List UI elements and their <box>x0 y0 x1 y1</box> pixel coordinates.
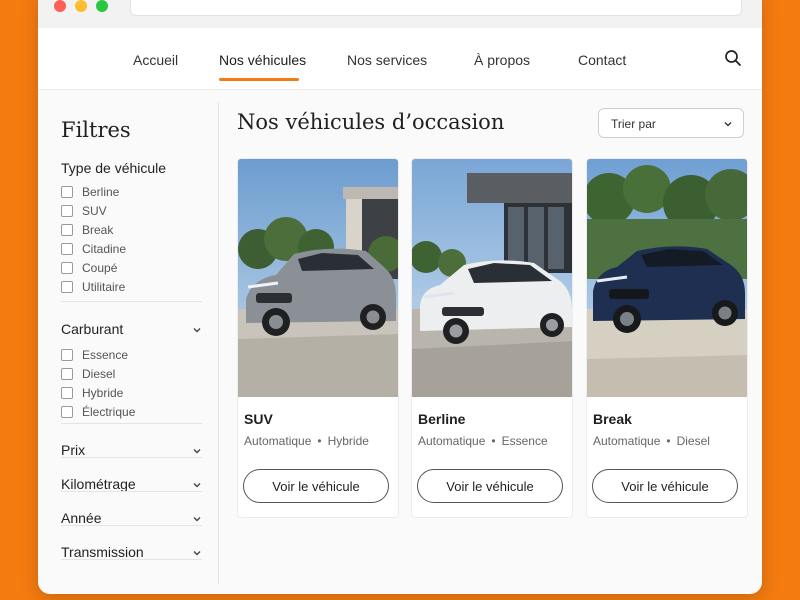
vehicle-card[interactable]: SUV Automatique • Hybride Voir le véhicule <box>237 158 399 518</box>
divider <box>61 423 202 424</box>
filter-option[interactable]: Berline <box>61 184 119 200</box>
sidebar-divider <box>218 102 219 584</box>
page-title: Nos véhicules d’occasion <box>237 110 505 134</box>
vehicle-fuel: Essence <box>501 434 548 448</box>
filter-option[interactable]: Coupé <box>61 260 117 276</box>
checkbox[interactable] <box>61 186 73 198</box>
chevron-down-icon[interactable] <box>192 514 202 524</box>
transmission-section-toggle[interactable]: Transmission <box>61 544 144 560</box>
main-content: Nos véhicules d’occasion Trier par SUV A… <box>237 90 762 594</box>
vehicle-transmission: Automatique <box>418 434 486 448</box>
checkbox[interactable] <box>61 262 73 274</box>
minimize-window-button[interactable] <box>75 0 87 12</box>
vehicle-card[interactable]: Break Automatique • Diesel Voir le véhicul… <box>586 158 748 518</box>
active-nav-indicator <box>219 78 299 81</box>
filter-option-label: Citadine <box>82 242 127 256</box>
vehicle-specs: Automatique • Hybride <box>244 434 369 448</box>
vehicle-title: Berline <box>418 411 466 427</box>
vehicle-transmission: Automatique <box>593 434 661 448</box>
close-window-button[interactable] <box>54 0 66 12</box>
vehicle-transmission: Automatique <box>244 434 312 448</box>
checkbox[interactable] <box>61 349 73 361</box>
filters-sidebar: Filtres Type de véhicule Berline SUV Break… <box>61 90 241 594</box>
filter-option[interactable]: Électrique <box>61 404 135 420</box>
nav-item-accueil[interactable]: Accueil <box>133 52 178 68</box>
filter-option-label: Utilitaire <box>82 280 126 294</box>
top-navigation: Accueil Nos véhicules Nos services À pro… <box>38 28 762 90</box>
filter-option[interactable]: Hybride <box>61 385 123 401</box>
view-vehicle-button[interactable]: Voir le véhicule <box>243 469 389 503</box>
vehicle-title: Break <box>593 411 632 427</box>
filter-option[interactable]: Essence <box>61 347 128 363</box>
chevron-down-icon[interactable] <box>192 446 202 456</box>
nav-item-nos-services[interactable]: Nos services <box>347 52 427 68</box>
nav-item-nos-vehicules[interactable]: Nos véhicules <box>219 52 306 68</box>
vehicle-fuel: Hybride <box>327 434 369 448</box>
search-icon[interactable] <box>723 48 743 68</box>
divider <box>61 525 202 526</box>
bullet-separator: • <box>666 434 671 448</box>
filter-option-label: Break <box>82 223 114 237</box>
filter-option-label: Essence <box>82 348 129 362</box>
vehicle-specs: Automatique • Diesel <box>593 434 710 448</box>
vehicle-photo-suv <box>238 159 398 397</box>
checkbox[interactable] <box>61 243 73 255</box>
filter-option[interactable]: Citadine <box>61 241 126 257</box>
filter-option-label: Électrique <box>82 405 136 419</box>
checkbox[interactable] <box>61 281 73 293</box>
browser-titlebar <box>38 0 762 28</box>
mileage-section-toggle[interactable]: Kilométrage <box>61 476 136 492</box>
vehicle-photo-berline <box>412 159 572 397</box>
price-section-toggle[interactable]: Prix <box>61 442 85 458</box>
bullet-separator: • <box>317 434 322 448</box>
maximize-window-button[interactable] <box>96 0 108 12</box>
sort-label: Trier par <box>611 117 656 131</box>
checkbox[interactable] <box>61 406 73 418</box>
filters-title: Filtres <box>61 118 131 142</box>
checkbox[interactable] <box>61 387 73 399</box>
vehicle-title: SUV <box>244 411 273 427</box>
filter-option[interactable]: Utilitaire <box>61 279 125 295</box>
filter-option-label: SUV <box>82 204 107 218</box>
divider <box>61 491 202 492</box>
address-bar[interactable] <box>130 0 742 16</box>
checkbox[interactable] <box>61 224 73 236</box>
filter-option[interactable]: Break <box>61 222 113 238</box>
year-section-toggle[interactable]: Année <box>61 510 101 526</box>
checkbox[interactable] <box>61 205 73 217</box>
chevron-down-icon[interactable] <box>192 325 202 335</box>
vehicle-type-title: Type de véhicule <box>61 160 167 176</box>
divider <box>61 457 202 458</box>
vehicle-photo-break <box>587 159 747 397</box>
sort-dropdown[interactable]: Trier par <box>598 108 744 138</box>
chevron-down-icon[interactable] <box>192 480 202 490</box>
fuel-section-toggle[interactable]: Carburant <box>61 321 123 337</box>
divider <box>61 559 202 560</box>
checkbox[interactable] <box>61 368 73 380</box>
filter-option[interactable]: Diesel <box>61 366 115 382</box>
vehicle-specs: Automatique • Essence <box>418 434 548 448</box>
chevron-down-icon[interactable] <box>192 548 202 558</box>
view-vehicle-button[interactable]: Voir le véhicule <box>592 469 738 503</box>
vehicle-fuel: Diesel <box>676 434 710 448</box>
view-vehicle-button[interactable]: Voir le véhicule <box>417 469 563 503</box>
browser-window: Accueil Nos véhicules Nos services À pro… <box>38 0 762 594</box>
bullet-separator: • <box>491 434 496 448</box>
filter-option[interactable]: SUV <box>61 203 107 219</box>
filter-option-label: Berline <box>82 185 120 199</box>
filter-option-label: Coupé <box>82 261 118 275</box>
filter-option-label: Diesel <box>82 367 116 381</box>
nav-item-a-propos[interactable]: À propos <box>474 52 530 68</box>
chevron-down-icon <box>724 122 732 127</box>
vehicle-card[interactable]: Berline Automatique • Essence Voir le véhi… <box>411 158 573 518</box>
divider <box>61 301 202 302</box>
filter-option-label: Hybride <box>82 386 124 400</box>
nav-item-contact[interactable]: Contact <box>578 52 626 68</box>
